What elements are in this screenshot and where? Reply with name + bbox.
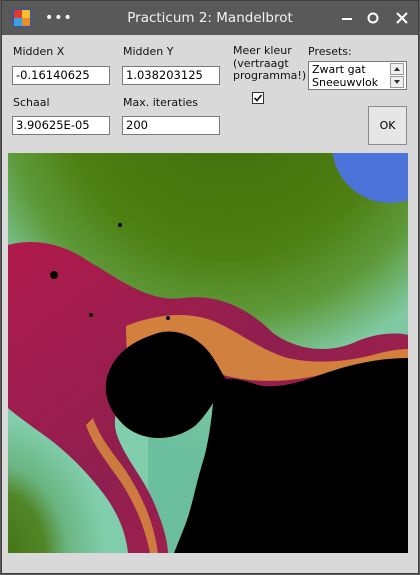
midden-x-input[interactable]: -0.16140625	[12, 66, 110, 85]
mandelbrot-canvas[interactable]	[8, 153, 408, 553]
arrow-up-icon	[394, 67, 400, 71]
ok-button[interactable]: OK	[368, 106, 407, 145]
schaal-input[interactable]: 3.90625E-05	[12, 116, 110, 135]
meer-kleur-label: Meer kleur (vertraagt programma!)	[233, 44, 307, 82]
presets-label: Presets:	[308, 45, 352, 58]
mandelbrot-fractal-image	[8, 153, 408, 553]
midden-y-label: Midden Y	[123, 45, 174, 58]
schaal-label: Schaal	[13, 96, 50, 109]
max-iteraties-input[interactable]: 200	[122, 116, 220, 135]
maximize-icon[interactable]	[362, 8, 384, 28]
minimize-icon[interactable]	[336, 8, 358, 28]
midden-y-input[interactable]: 1.038203125	[122, 66, 220, 85]
checkmark-icon	[253, 94, 263, 102]
presets-scroll-up-button[interactable]	[390, 63, 404, 75]
max-iteraties-label: Max. iteraties	[123, 96, 199, 109]
presets-listbox[interactable]: Zwart gat Sneeuwvlok	[308, 61, 407, 90]
meer-kleur-checkbox[interactable]	[252, 92, 264, 104]
arrow-down-icon	[394, 80, 400, 84]
app-window: ••• Practicum 2: Mandelbrot Midden X Mid…	[1, 0, 419, 574]
preset-option-sneeuwvlok[interactable]: Sneeuwvlok	[312, 76, 378, 89]
preset-option-zwart-gat[interactable]: Zwart gat	[312, 63, 366, 76]
title-bar: ••• Practicum 2: Mandelbrot	[2, 1, 418, 35]
midden-x-label: Midden X	[13, 45, 65, 58]
presets-scroll-down-button[interactable]	[390, 76, 404, 88]
close-icon[interactable]	[391, 8, 413, 28]
